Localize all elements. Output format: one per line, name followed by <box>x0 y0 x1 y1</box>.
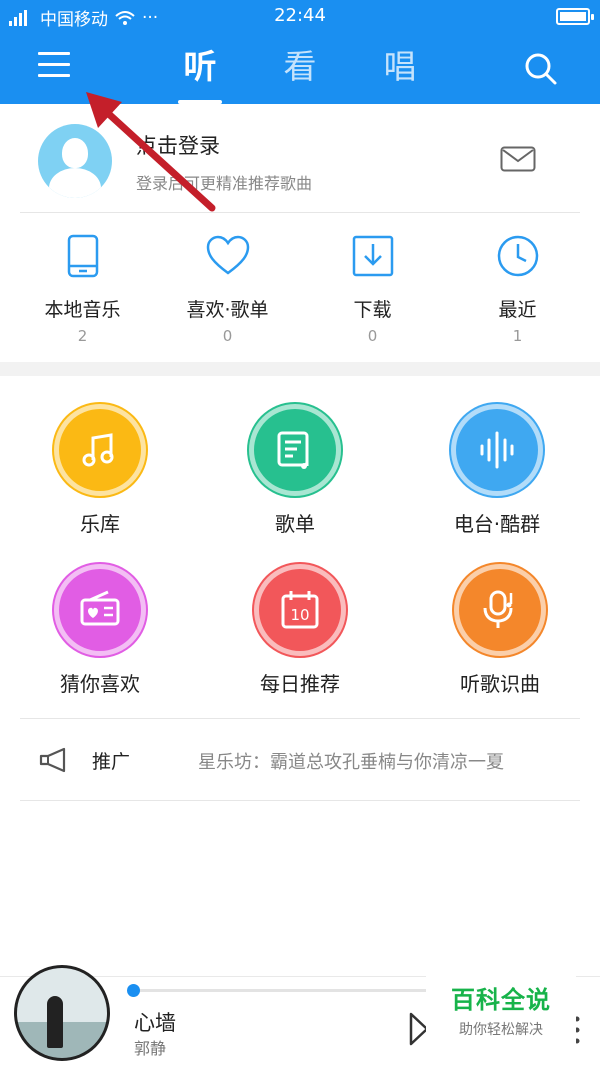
playlist-icon <box>277 431 309 469</box>
section-gap <box>0 362 600 376</box>
daily-button[interactable]: 10 <box>254 564 346 656</box>
feature-grid-row: 乐库 歌单 电台·酷群 <box>0 404 600 544</box>
quick-access-row: 本地音乐 2 喜欢·歌单 0 下载 0 最近 1 <box>0 213 600 361</box>
calendar-day: 10 <box>290 606 309 624</box>
mic-note-icon <box>483 590 513 628</box>
status-bar: 中国移动 ··· 22:44 <box>0 0 600 34</box>
clock-icon <box>497 235 538 277</box>
quick-item-label: 本地音乐 <box>44 299 121 321</box>
grid-item-label: 电台·酷群 <box>453 512 541 536</box>
watermark: 百科全说 助你轻松解决 <box>426 968 576 1048</box>
song-title: 心墙 <box>134 1011 176 1035</box>
watermark-title: 百科全说 <box>451 986 551 1014</box>
quick-item-count: 2 <box>77 327 88 345</box>
battery-icon <box>556 8 594 25</box>
grid-item-label: 听歌识曲 <box>460 672 540 696</box>
quick-item-count: 0 <box>222 327 233 345</box>
song-artist: 郭静 <box>134 1039 167 1058</box>
phone-icon <box>67 234 98 278</box>
tab-watch[interactable]: 看 <box>250 34 350 104</box>
soundwave-icon <box>480 431 514 469</box>
grid-item-label: 猜你喜欢 <box>60 672 140 696</box>
quick-item-label: 下载 <box>353 299 392 321</box>
progress-track[interactable] <box>132 989 432 992</box>
progress-handle[interactable] <box>127 984 140 997</box>
radio-button[interactable] <box>451 404 543 496</box>
quick-item-label: 喜欢·歌单 <box>186 299 269 321</box>
status-time: 22:44 <box>274 5 326 26</box>
search-icon[interactable] <box>522 50 558 86</box>
promo-text[interactable]: 星乐坊：霸道总攻孔垂楠与你清凉一夏 <box>198 748 504 774</box>
mail-icon[interactable] <box>500 146 536 172</box>
playlist-button[interactable] <box>249 404 341 496</box>
heart-icon <box>206 235 249 275</box>
feature-grid-row: 猜你喜欢 10 每日推荐 听歌识曲 <box>0 564 600 704</box>
promo-row[interactable]: 推广 星乐坊：霸道总攻孔垂楠与你清凉一夏 <box>0 719 600 800</box>
download-icon <box>352 235 393 277</box>
quick-item-favorites[interactable]: 喜欢·歌单 0 <box>155 213 300 361</box>
quick-item-label: 最近 <box>498 299 537 321</box>
watermark-subtitle: 助你轻松解决 <box>459 1022 543 1038</box>
megaphone-icon <box>39 747 66 773</box>
calendar-icon: 10 <box>281 591 319 629</box>
quick-item-local-music[interactable]: 本地音乐 2 <box>10 213 155 361</box>
annotation-arrow-icon <box>86 92 216 212</box>
quick-item-recent[interactable]: 最近 1 <box>445 213 590 361</box>
tab-sing[interactable]: 唱 <box>350 34 450 104</box>
library-button[interactable] <box>54 404 146 496</box>
radio-icon <box>80 590 120 626</box>
music-note-icon <box>82 433 114 467</box>
grid-item-label: 每日推荐 <box>260 672 340 696</box>
menu-icon[interactable] <box>38 52 70 80</box>
quick-item-count: 0 <box>367 327 378 345</box>
promo-tag: 推广 <box>92 751 131 773</box>
guess-button[interactable] <box>54 564 146 656</box>
recognize-button[interactable] <box>454 564 546 656</box>
grid-item-label: 歌单 <box>275 512 315 536</box>
divider <box>20 800 580 801</box>
grid-item-label: 乐库 <box>80 512 120 536</box>
quick-item-download[interactable]: 下载 0 <box>300 213 445 361</box>
quick-item-count: 1 <box>512 327 523 345</box>
album-cover[interactable] <box>14 965 110 1061</box>
